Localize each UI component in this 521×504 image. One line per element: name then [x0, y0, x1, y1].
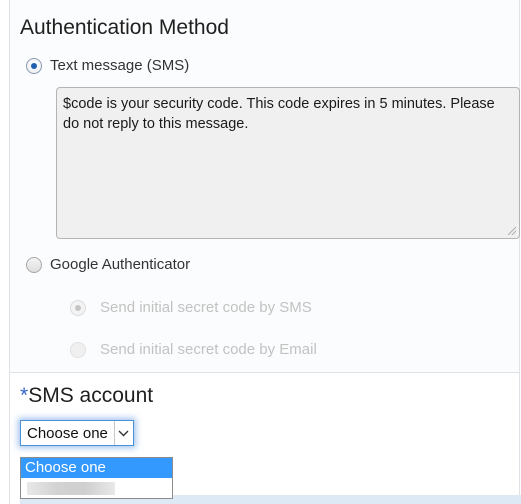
send-secret-by-email-option: Send initial secret code by Email [70, 341, 317, 358]
dropdown-option-redacted[interactable] [21, 478, 172, 498]
sms-account-dropdown-list: Choose one [20, 457, 173, 499]
send-secret-by-sms-radio [70, 299, 86, 316]
sms-message-textarea[interactable]: $code is your security code. This code e… [56, 87, 520, 239]
send-secret-by-sms-label: Send initial secret code by SMS [100, 299, 312, 316]
dropdown-option-choose-one[interactable]: Choose one [21, 458, 172, 478]
authentication-method-title: Authentication Method [20, 16, 229, 39]
required-marker: * [20, 384, 29, 407]
sms-account-select[interactable]: Choose one [20, 420, 134, 446]
chevron-down-icon[interactable] [113, 421, 133, 445]
send-secret-by-email-radio [70, 341, 86, 358]
sms-account-section: *SMS account Choose one Choose one [9, 373, 521, 504]
sms-message-text: $code is your security code. This code e… [63, 96, 495, 132]
sms-account-selected-value: Choose one [27, 424, 108, 442]
sms-account-title: *SMS account [20, 384, 153, 408]
sms-radio[interactable] [26, 57, 42, 74]
google-authenticator-option[interactable]: Google Authenticator [26, 256, 190, 273]
sms-option-label: Text message (SMS) [50, 57, 190, 74]
sms-account-title-text: SMS account [28, 384, 154, 407]
redacted-account-placeholder [27, 481, 115, 495]
google-authenticator-label: Google Authenticator [50, 256, 191, 273]
authentication-method-section: Authentication Method Text message (SMS)… [9, 0, 520, 373]
resize-grip-icon[interactable] [508, 227, 516, 235]
send-secret-by-sms-option: Send initial secret code by SMS [70, 299, 312, 316]
google-authenticator-radio[interactable] [26, 256, 42, 273]
sms-option[interactable]: Text message (SMS) [26, 57, 189, 74]
send-secret-by-email-label: Send initial secret code by Email [100, 341, 317, 358]
